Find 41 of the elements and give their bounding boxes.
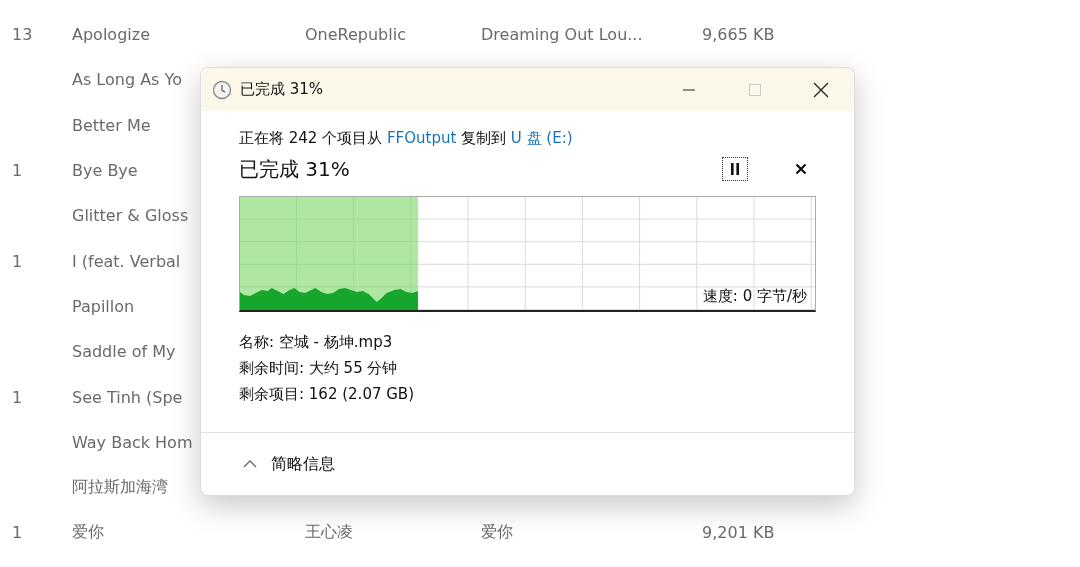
artist-name: OneRepublic <box>305 25 406 45</box>
song-title: Bye Bye <box>72 161 138 181</box>
details-toggle[interactable]: 简略信息 <box>243 453 335 475</box>
detail-text: 剩余项目: 162 (2.07 GB) <box>239 384 415 405</box>
song-title: See Tinh (Spe <box>72 387 183 407</box>
close-icon <box>812 80 830 99</box>
clock-icon <box>212 79 232 100</box>
album-name: Dreaming Out Lou... <box>481 25 643 45</box>
speed-label: 速度: 0 字节/秒 <box>702 287 807 306</box>
file-size: 9,665 KB <box>702 25 775 45</box>
track-number: 1 <box>12 251 23 271</box>
track-number: 1 <box>12 161 23 181</box>
pause-button[interactable] <box>722 157 748 181</box>
song-title: I (feat. Verbal <box>72 251 181 271</box>
source-link[interactable]: FFOutput <box>386 129 457 147</box>
song-title: Saddle of My <box>72 342 176 362</box>
window-title: 已完成 31% <box>240 80 324 99</box>
detail-text: 剩余时间: 大约 55 分钟 <box>239 358 399 379</box>
file-size: 9,201 KB <box>702 523 775 543</box>
song-title: 阿拉斯加海湾 <box>72 477 168 497</box>
chevron-icon <box>243 459 257 469</box>
artist-name: 王心凌 <box>305 522 353 542</box>
song-title: Better Me <box>72 115 151 135</box>
progress-heading: 已完成 31% <box>239 155 350 183</box>
song-title: Apologize <box>72 25 150 45</box>
copy-summary: 正在将 242 个项目从 FFOutput 复制到 U 盘 (E:) <box>239 129 574 148</box>
track-number: 13 <box>12 25 33 45</box>
detail-text: 名称: 空城 - 杨坤.mp3 <box>239 332 394 353</box>
maximize-icon <box>747 81 763 98</box>
pause-icon <box>730 163 740 175</box>
song-title: As Long As Yo <box>72 70 182 90</box>
song-title: Way Back Hom <box>72 432 193 452</box>
song-title: 爱你 <box>72 522 104 542</box>
track-number: 1 <box>12 387 23 407</box>
song-title: Glitter & Gloss <box>72 206 189 226</box>
song-title: Papillon <box>72 296 135 316</box>
track-number: 1 <box>12 523 23 543</box>
close-icon <box>795 163 807 175</box>
destination-link[interactable]: U 盘 (E:) <box>510 129 573 147</box>
minimize-icon <box>682 88 696 91</box>
album-name: 爱你 <box>481 522 513 542</box>
